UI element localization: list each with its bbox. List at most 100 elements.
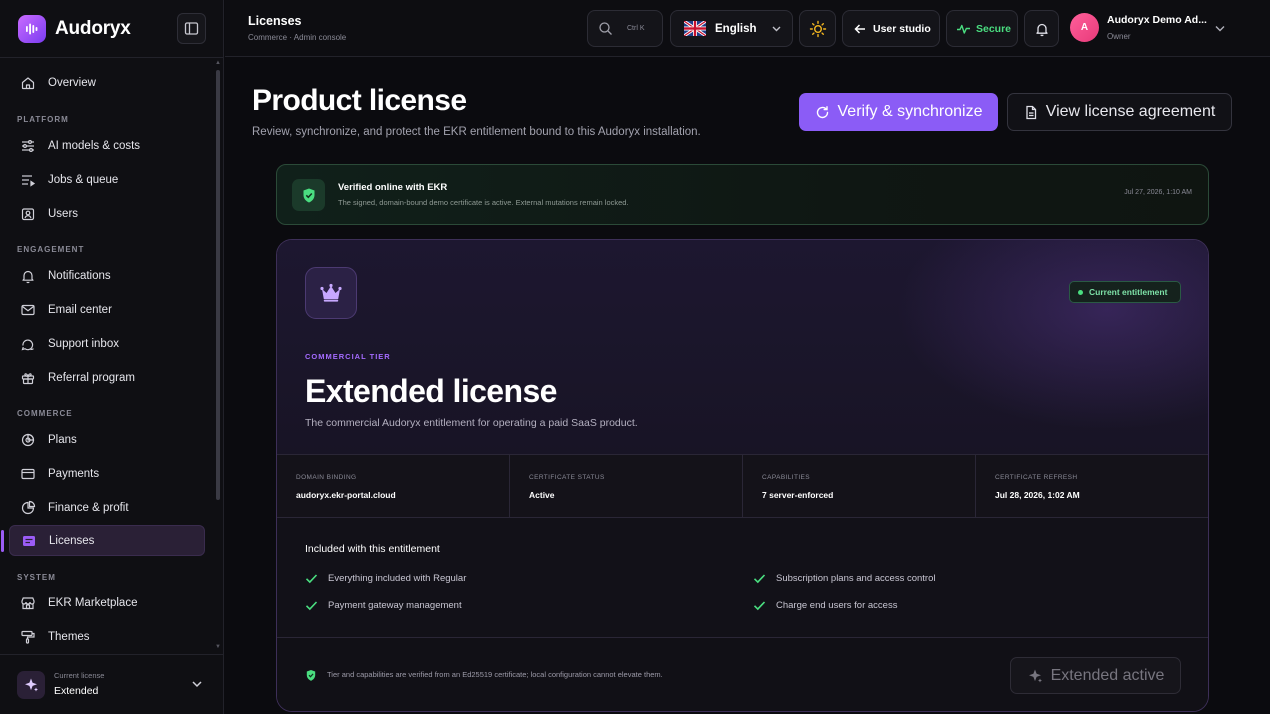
- sidebar-item-label: Finance & profit: [48, 501, 129, 514]
- feature-item: Subscription plans and access control: [753, 573, 935, 584]
- page-subtitle: Review, synchronize, and protect the EKR…: [252, 126, 701, 138]
- scroll-thumb[interactable]: [216, 70, 220, 500]
- page-title: Product license: [252, 84, 467, 117]
- notifications-button[interactable]: [1024, 10, 1059, 47]
- license-stats: DOMAIN BINDING audoryx.ekr-portal.cloud …: [277, 454, 1208, 518]
- stat-certificate-status: CERTIFICATE STATUS Active: [510, 455, 743, 517]
- sidebar-item-label: EKR Marketplace: [48, 596, 138, 609]
- paint-roller-icon: [21, 630, 35, 644]
- sidebar-item-label: Payments: [48, 467, 100, 480]
- user-studio-label: User studio: [873, 22, 931, 35]
- collapse-sidebar-button[interactable]: [177, 13, 206, 44]
- avatar[interactable]: A: [1070, 13, 1099, 42]
- search-button[interactable]: Ctrl K: [587, 10, 663, 47]
- status-dot: [1078, 289, 1083, 295]
- app-root: Audoryx Overview PLATFORM AI models & co…: [0, 0, 1270, 714]
- verify-synchronize-label: Verify & synchronize: [837, 103, 983, 120]
- current-license-switcher[interactable]: Current license Extended: [0, 654, 224, 714]
- sidebar-item-support[interactable]: Support inbox: [9, 328, 205, 359]
- stat-label: DOMAIN BINDING: [296, 474, 357, 481]
- stat-value: Active: [529, 490, 555, 500]
- chevron-down-icon: [772, 26, 781, 32]
- sidebar-item-notifications[interactable]: Notifications: [9, 260, 205, 291]
- stat-value: 7 server-enforced: [762, 490, 834, 500]
- secure-status-badge[interactable]: Secure: [946, 10, 1018, 47]
- sidebar-item-label: Notifications: [48, 269, 111, 282]
- verify-synchronize-button[interactable]: Verify & synchronize: [799, 93, 998, 131]
- license-card-header: Current entitlement COMMERCIAL TIER Exte…: [277, 240, 1208, 455]
- shield-check-icon: [306, 670, 316, 681]
- section-system: SYSTEM: [17, 573, 56, 582]
- feature-label: Everything included with Regular: [328, 573, 467, 584]
- theme-toggle-button[interactable]: [799, 10, 836, 47]
- language-label: English: [715, 22, 757, 35]
- stat-label: CAPABILITIES: [762, 474, 811, 481]
- active-indicator: [1, 530, 4, 552]
- search-icon: [599, 22, 612, 35]
- check-icon: [753, 574, 766, 584]
- sidebar: Audoryx Overview PLATFORM AI models & co…: [0, 0, 224, 714]
- sidebar-item-label: Support inbox: [48, 337, 119, 350]
- current-entitlement-label: Current entitlement: [1089, 287, 1168, 297]
- brand[interactable]: Audoryx: [18, 14, 131, 44]
- user-studio-button[interactable]: User studio: [842, 10, 940, 47]
- license-icon: [23, 535, 35, 546]
- sidebar-item-overview[interactable]: Overview: [9, 67, 205, 98]
- feature-item: Charge end users for access: [753, 600, 897, 611]
- gift-icon: [21, 372, 35, 384]
- bell-icon: [1035, 23, 1048, 36]
- chevron-down-icon[interactable]: [1214, 22, 1226, 34]
- sidebar-item-themes[interactable]: Themes: [9, 621, 205, 652]
- extended-active-button[interactable]: Extended active: [1010, 657, 1181, 694]
- sidebar-item-label: Overview: [48, 76, 96, 89]
- store-icon: [21, 596, 35, 609]
- sidebar-nav: Overview PLATFORM AI models & costs Jobs…: [0, 58, 214, 654]
- sliders-icon: [22, 139, 34, 152]
- sidebar-item-users[interactable]: Users: [9, 198, 205, 229]
- document-icon: [1026, 105, 1036, 119]
- home-icon: [21, 76, 35, 89]
- stat-certificate-refresh: CERTIFICATE REFRESH Jul 28, 2026, 1:02 A…: [976, 455, 1208, 517]
- chat-icon: [21, 339, 34, 350]
- sidebar-item-jobs[interactable]: Jobs & queue: [9, 164, 205, 195]
- user-name[interactable]: Audoryx Demo Ad...: [1107, 14, 1207, 26]
- sparkle-icon: [1028, 669, 1042, 682]
- feature-label: Payment gateway management: [328, 600, 462, 611]
- chevron-down-icon: [192, 681, 202, 688]
- verification-banner: Verified online with EKR The signed, dom…: [276, 164, 1209, 225]
- stat-value: audoryx.ekr-portal.cloud: [296, 490, 396, 500]
- tier-title: Extended license: [305, 373, 557, 409]
- view-license-agreement-button[interactable]: View license agreement: [1007, 93, 1232, 131]
- scroll-down-arrow-icon[interactable]: ▼: [215, 644, 221, 650]
- license-card-footer: Tier and capabilities are verified from …: [277, 637, 1208, 711]
- sidebar-item-label: AI models & costs: [48, 139, 141, 152]
- check-icon: [753, 601, 766, 611]
- sun-icon: [809, 20, 826, 37]
- users-icon: [21, 207, 35, 220]
- verification-timestamp: Jul 27, 2026, 1:10 AM: [1124, 189, 1192, 196]
- scroll-up-arrow-icon[interactable]: ▲: [215, 60, 221, 66]
- feature-item: Everything included with Regular: [305, 573, 466, 584]
- sidebar-item-plans[interactable]: Plans: [9, 424, 205, 455]
- list-play-icon: [22, 174, 36, 187]
- bell-icon: [22, 270, 34, 283]
- language-select[interactable]: English: [670, 10, 793, 47]
- sidebar-item-licenses[interactable]: Licenses: [1, 525, 205, 556]
- sidebar-scrollbar[interactable]: ▲ ▼: [215, 60, 221, 650]
- sidebar-item-label: Themes: [48, 630, 90, 643]
- sidebar-item-referral[interactable]: Referral program: [9, 362, 205, 393]
- sidebar-item-marketplace[interactable]: EKR Marketplace: [9, 587, 205, 618]
- check-icon: [305, 574, 318, 584]
- tier-label: COMMERCIAL TIER: [305, 352, 391, 361]
- verification-description: The signed, domain-bound demo certificat…: [338, 198, 629, 207]
- crown-icon: [305, 267, 357, 319]
- stat-capabilities: CAPABILITIES 7 server-enforced: [743, 455, 976, 517]
- sidebar-item-payments[interactable]: Payments: [9, 458, 205, 489]
- stat-value: Jul 28, 2026, 1:02 AM: [995, 490, 1080, 500]
- sidebar-toggle-icon: [184, 22, 199, 35]
- sidebar-item-email[interactable]: Email center: [9, 294, 205, 325]
- sidebar-item-ai-models[interactable]: AI models & costs: [9, 130, 205, 161]
- sidebar-item-finance[interactable]: Finance & profit: [9, 492, 205, 523]
- section-engagement: ENGAGEMENT: [17, 245, 85, 254]
- sidebar-item-label: Email center: [48, 303, 112, 316]
